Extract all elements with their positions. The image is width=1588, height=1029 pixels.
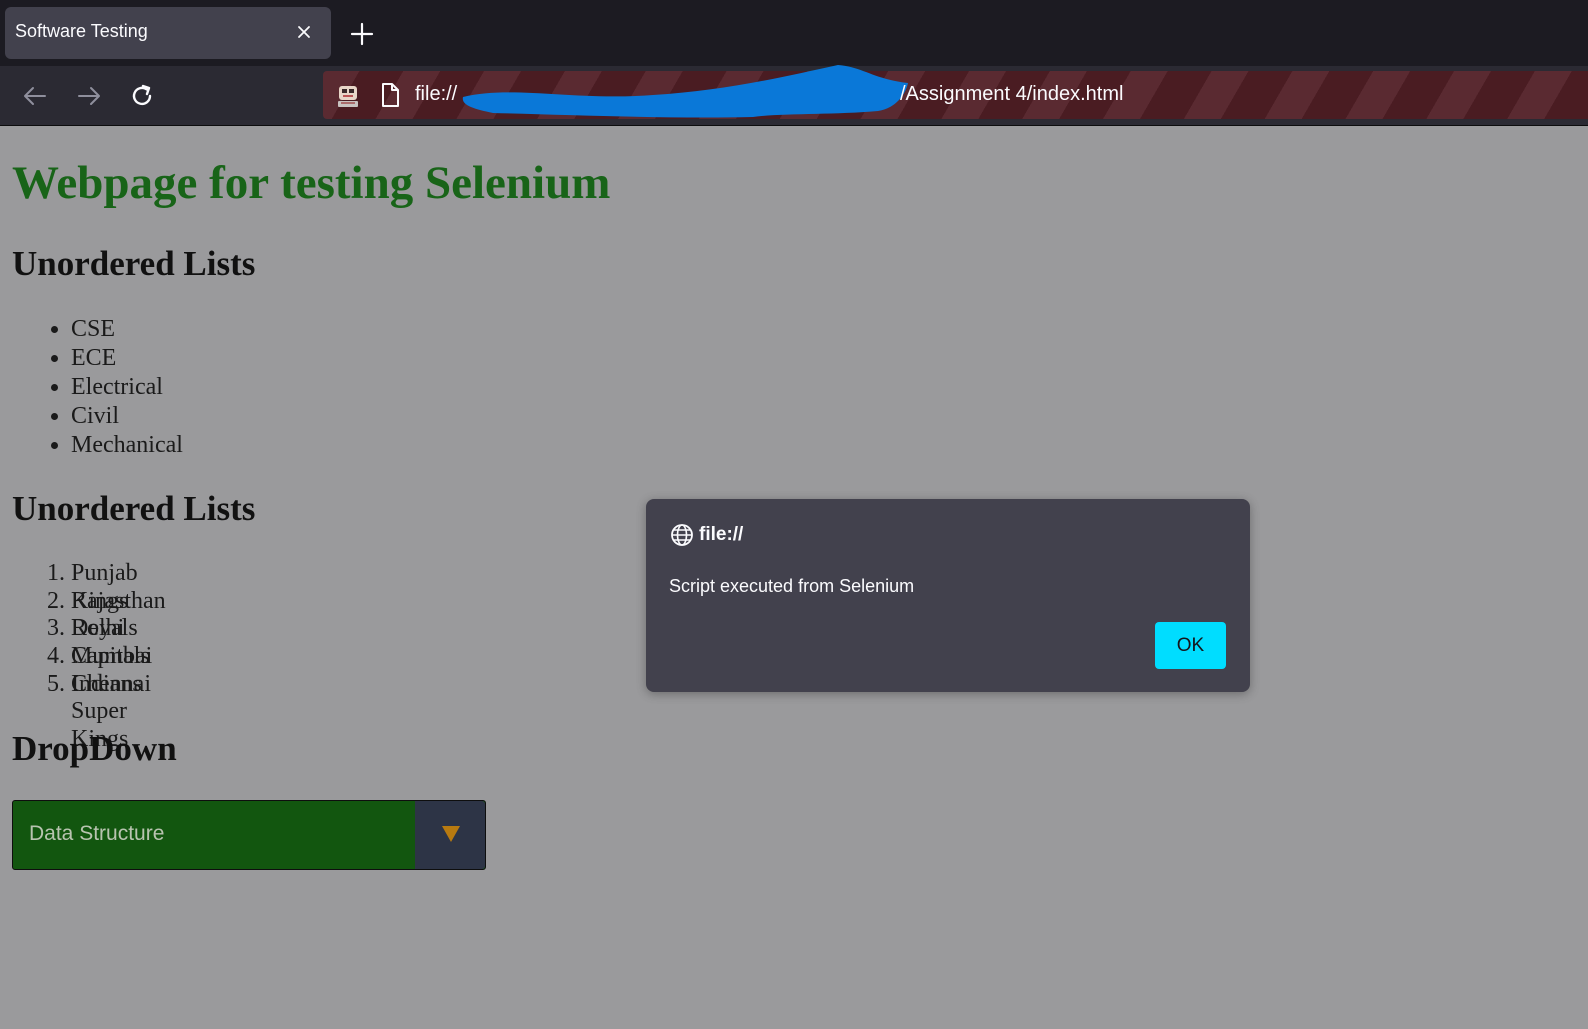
forward-arrow-icon[interactable] [73, 80, 105, 112]
dropdown-heading: DropDown [12, 729, 177, 768]
new-tab-icon[interactable] [348, 20, 376, 48]
list-item: ECE [71, 344, 183, 373]
remote-control-robot-icon[interactable] [335, 83, 361, 109]
list-item: Mumbai Indians [71, 643, 166, 697]
url-prefix: file:// [415, 83, 458, 105]
close-tab-icon[interactable] [291, 19, 317, 45]
alert-dialog: file:// Script executed from Selenium OK [646, 499, 1250, 692]
caret-down-icon [442, 826, 460, 842]
globe-icon [671, 524, 693, 546]
toolbar-divider [0, 125, 1588, 126]
unordered-list-heading: Unordered Lists [12, 244, 256, 283]
list-item: Civil [71, 402, 183, 431]
navigation-toolbar: file:// /Assignment 4/index.html [0, 65, 1588, 125]
unordered-list: CSE ECE Electrical Civil Mechanical [47, 315, 183, 460]
ok-button[interactable]: OK [1155, 622, 1226, 669]
tab-title: Software Testing [15, 21, 148, 41]
address-bar[interactable]: file:// /Assignment 4/index.html [323, 65, 1588, 119]
list-item: Chennai Super Kings [71, 671, 166, 752]
ordered-list: Punjab Kings Rajasthan Royals Delhi Capi… [47, 560, 166, 752]
dropdown-toggle[interactable] [415, 801, 485, 869]
reload-icon[interactable] [126, 80, 158, 112]
tab-strip: Software Testing [0, 0, 1588, 66]
list-item: Delhi Capitals [71, 615, 166, 669]
ordered-list-heading: Unordered Lists [12, 489, 256, 528]
dialog-message: Script executed from Selenium [669, 576, 915, 596]
url-suffix: /Assignment 4/index.html [900, 83, 1124, 105]
course-dropdown[interactable]: Data Structure [12, 800, 486, 870]
list-item: Rajasthan Royals [71, 588, 166, 642]
page-info-icon[interactable] [379, 82, 401, 108]
page-heading: Webpage for testing Selenium [12, 157, 611, 209]
list-item: CSE [71, 315, 183, 344]
list-item: Electrical [71, 373, 183, 402]
list-item: Punjab Kings [71, 560, 166, 614]
dialog-origin: file:// [699, 524, 744, 545]
list-item: Mechanical [71, 431, 183, 460]
redaction-scribble [462, 65, 908, 118]
browser-tab[interactable]: Software Testing [5, 7, 331, 59]
dropdown-selected-value: Data Structure [29, 822, 165, 845]
back-arrow-icon[interactable] [19, 80, 51, 112]
